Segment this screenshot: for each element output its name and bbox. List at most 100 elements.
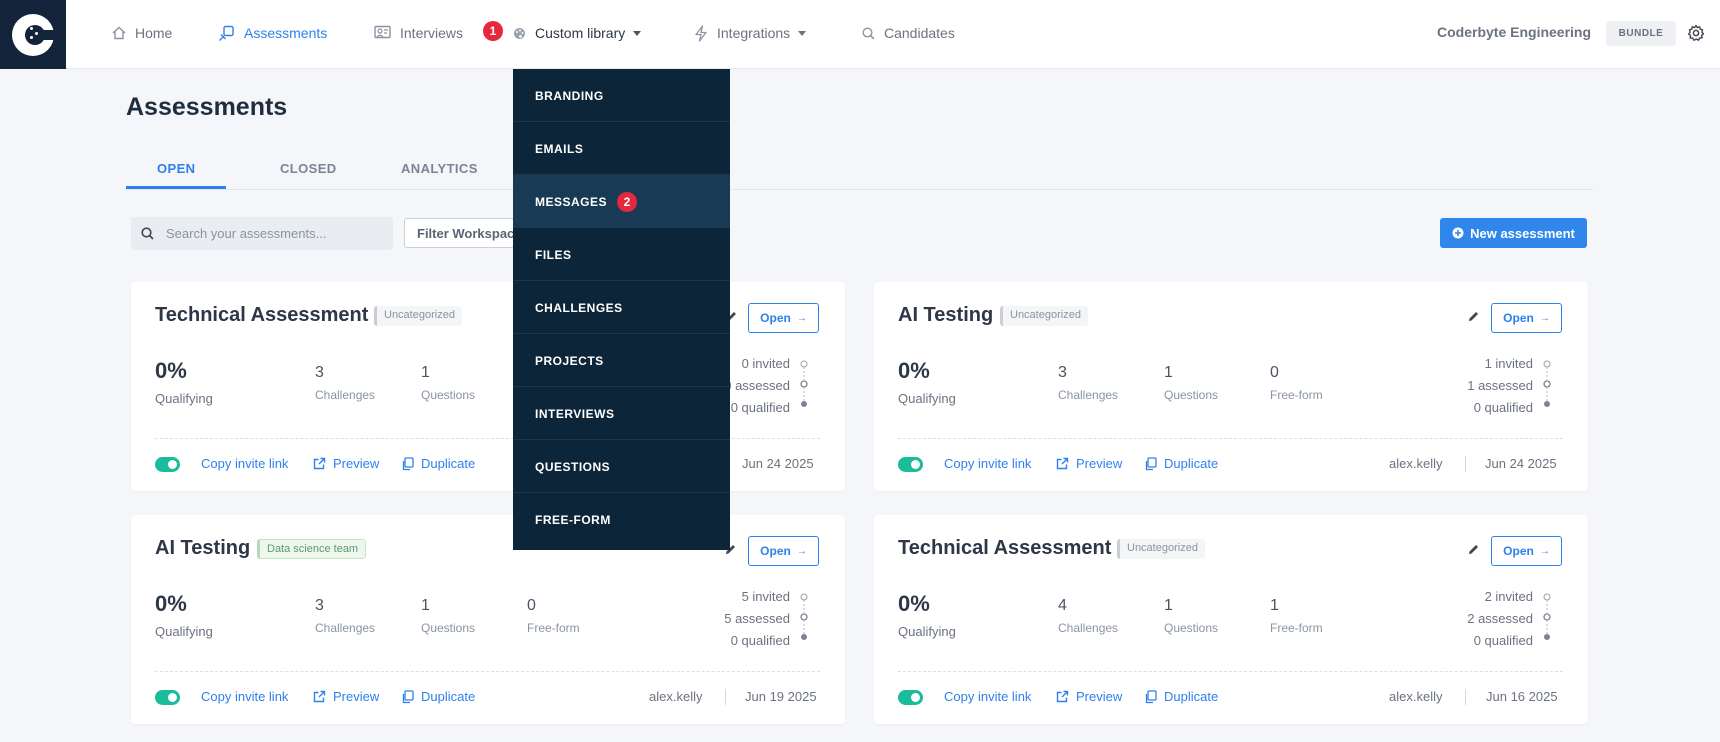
freeform-count: 1 (1270, 597, 1279, 614)
copy-invite-link[interactable]: Copy invite link (201, 456, 288, 471)
menu-item-projects[interactable]: PROJECTS (513, 334, 730, 387)
notification-badge-2: 2 (617, 192, 637, 212)
search-input[interactable] (166, 226, 376, 241)
assessed-count: 0 assessed (724, 378, 790, 393)
page-title: Assessments (126, 93, 288, 121)
home-icon (112, 26, 126, 40)
menu-item-files[interactable]: FILES (513, 228, 730, 281)
open-button[interactable]: Open → (748, 536, 819, 566)
tab-open[interactable]: OPEN (157, 161, 195, 176)
duplicate-icon (402, 689, 414, 703)
preview-label: Preview (333, 456, 380, 471)
open-button[interactable]: Open → (1491, 303, 1562, 333)
copy-invite-link[interactable]: Copy invite link (201, 689, 288, 704)
chevron-down-icon (798, 30, 807, 36)
invite-link-toggle[interactable] (155, 457, 180, 472)
nav-custom-library[interactable]: Custom library (513, 0, 642, 66)
questions-count: 1 (421, 364, 430, 381)
nav-candidates[interactable]: Candidates (862, 0, 955, 66)
invite-link-toggle[interactable] (898, 457, 923, 472)
candidate-funnel: 2 invited 2 assessed 0 qualified (1467, 586, 1533, 652)
duplicate-link[interactable]: Duplicate (401, 456, 475, 471)
assessment-card: Technical Assessment Uncategorized Open →… (874, 515, 1588, 724)
tab-analytics[interactable]: ANALYTICS (401, 161, 478, 176)
external-link-icon (313, 690, 326, 703)
invite-link-toggle[interactable] (898, 690, 923, 705)
open-button[interactable]: Open → (1491, 536, 1562, 566)
qualified-count: 0 qualified (730, 633, 790, 648)
nav-assessments[interactable]: Assessments (218, 0, 327, 66)
invite-link-toggle[interactable] (155, 690, 180, 705)
qualified-count: 0 qualified (1473, 633, 1533, 648)
duplicate-link[interactable]: Duplicate (1144, 689, 1218, 704)
nav-interviews[interactable]: Interviews (374, 0, 463, 66)
questions-count: 1 (1164, 364, 1173, 381)
funnel-dots-icon (1543, 593, 1551, 640)
open-button[interactable]: Open → (748, 303, 819, 333)
copy-invite-link[interactable]: Copy invite link (944, 456, 1031, 471)
coderbyte-logo[interactable] (0, 0, 66, 69)
invited-count: 1 invited (1484, 356, 1533, 371)
invited-count: 5 invited (741, 589, 790, 604)
palette-icon (514, 27, 525, 39)
invited-count: 2 invited (1484, 589, 1533, 604)
duplicate-link[interactable]: Duplicate (401, 689, 475, 704)
assessments-icon (219, 25, 234, 41)
assessment-card: AI Testing Data science team Open → 0% Qu… (131, 515, 845, 724)
questions-label: Questions (421, 621, 476, 635)
duplicate-link[interactable]: Duplicate (1144, 456, 1218, 471)
funnel-dots-icon (1543, 360, 1551, 407)
meta-separator (1465, 689, 1466, 705)
card-title[interactable]: AI Testing (898, 304, 993, 327)
tab-closed[interactable]: CLOSED (280, 161, 337, 176)
interviews-icon (374, 25, 391, 39)
meta-separator (1465, 456, 1466, 472)
nav-custom-library-label: Custom library (535, 25, 626, 41)
category-tag: Uncategorized (374, 306, 462, 326)
card-title[interactable]: AI Testing (155, 537, 250, 560)
invited-count: 0 invited (741, 356, 790, 371)
category-tag: Data science team (257, 539, 367, 559)
duplicate-label: Duplicate (421, 456, 476, 471)
challenges-label: Challenges (1058, 621, 1119, 635)
menu-item-questions[interactable]: QUESTIONS (513, 440, 730, 493)
active-tab-indicator (126, 186, 226, 189)
card-title[interactable]: Technical Assessment (155, 304, 368, 327)
qualified-count: 0 qualified (730, 400, 790, 415)
preview-link[interactable]: Preview (1056, 456, 1122, 471)
menu-item-emails[interactable]: EMAILS (513, 122, 730, 175)
plan-badge: BUNDLE (1606, 21, 1676, 46)
new-assessment-button[interactable]: New assessment (1440, 218, 1587, 248)
questions-count: 1 (421, 597, 430, 614)
category-tag: Uncategorized (1000, 306, 1088, 326)
nav-home[interactable]: Home (112, 0, 172, 66)
menu-item-branding[interactable]: BRANDING (513, 69, 730, 122)
organization-name[interactable]: Coderbyte Engineering (1437, 24, 1591, 40)
copy-invite-link[interactable]: Copy invite link (944, 689, 1031, 704)
qualifying-percent: 0% (155, 591, 187, 616)
arrow-right-icon: → (796, 545, 807, 557)
questions-label: Questions (421, 388, 476, 402)
preview-link[interactable]: Preview (1056, 689, 1122, 704)
menu-item-interviews[interactable]: INTERVIEWS (513, 387, 730, 440)
pencil-icon[interactable] (1467, 543, 1480, 556)
preview-link[interactable]: Preview (313, 689, 379, 704)
external-link-icon (1056, 457, 1069, 470)
menu-item-challenges[interactable]: CHALLENGES (513, 281, 730, 334)
freeform-count: 0 (1270, 364, 1279, 381)
gear-icon[interactable] (1687, 24, 1705, 42)
open-label: Open (1503, 544, 1534, 558)
qualifying-label: Qualifying (155, 391, 213, 406)
nav-integrations[interactable]: Integrations (694, 0, 807, 66)
duplicate-icon (1145, 689, 1157, 703)
search-box (131, 217, 393, 250)
external-link-icon (313, 457, 326, 470)
menu-item-free-form[interactable]: FREE-FORM (513, 493, 730, 546)
duplicate-label: Duplicate (1164, 689, 1219, 704)
preview-link[interactable]: Preview (313, 456, 379, 471)
filter-workspaces-dropdown[interactable]: Filter Workspaces (404, 218, 514, 248)
pencil-icon[interactable] (1467, 310, 1480, 323)
challenges-count: 4 (1058, 597, 1067, 614)
card-title[interactable]: Technical Assessment (898, 537, 1111, 560)
open-label: Open (760, 311, 791, 325)
